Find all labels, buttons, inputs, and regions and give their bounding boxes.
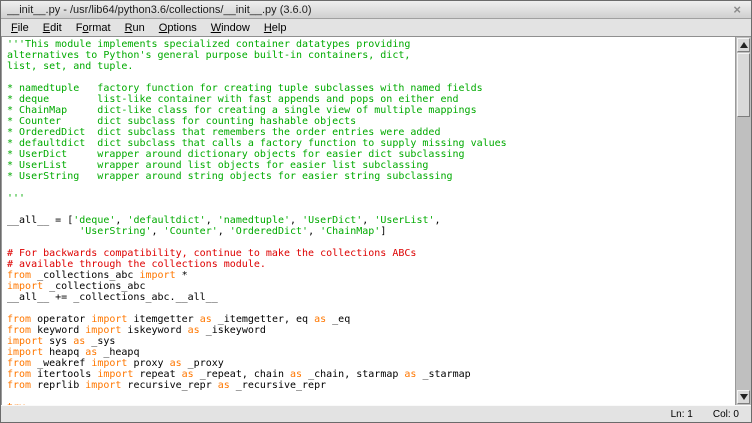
menu-window[interactable]: Window — [204, 20, 257, 36]
vertical-scrollbar[interactable] — [735, 37, 751, 405]
menu-options[interactable]: Options — [152, 20, 204, 36]
code-line — [7, 391, 735, 402]
idle-editor-window: __init__.py - /usr/lib64/python3.6/colle… — [0, 0, 752, 423]
scrollbar-thumb[interactable] — [737, 53, 750, 117]
code-line: from operator import itemgetter as _item… — [7, 314, 735, 325]
code-line: __all__ = ['deque', 'defaultdict', 'name… — [7, 215, 735, 226]
menu-bar: FileEditFormatRunOptionsWindowHelp — [1, 19, 751, 37]
code-line: * ChainMap dict-like class for creating … — [7, 105, 735, 116]
code-line: from reprlib import recursive_repr as _r… — [7, 380, 735, 391]
code-line: * UserString wrapper around string objec… — [7, 171, 735, 182]
scroll-down-button[interactable] — [737, 390, 750, 404]
code-line: * Counter dict subclass for counting has… — [7, 116, 735, 127]
editor-area: '''This module implements specialized co… — [1, 37, 751, 405]
code-line: # For backwards compatibility, continue … — [7, 248, 735, 259]
code-line: alternatives to Python's general purpose… — [7, 50, 735, 61]
menu-edit[interactable]: Edit — [36, 20, 69, 36]
code-line: '''This module implements specialized co… — [7, 39, 735, 50]
code-line: try: — [7, 402, 735, 405]
code-line — [7, 72, 735, 83]
code-line: * namedtuple factory function for creati… — [7, 83, 735, 94]
menu-format[interactable]: Format — [69, 20, 118, 36]
code-line: * OrderedDict dict subclass that remembe… — [7, 127, 735, 138]
menu-run[interactable]: Run — [118, 20, 152, 36]
code-line: ''' — [7, 193, 735, 204]
code-line: import _collections_abc — [7, 281, 735, 292]
code-line: # available through the collections modu… — [7, 259, 735, 270]
code-line: from _collections_abc import * — [7, 270, 735, 281]
code-line — [7, 204, 735, 215]
code-line — [7, 182, 735, 193]
code-line: import heapq as _heapq — [7, 347, 735, 358]
title-bar[interactable]: __init__.py - /usr/lib64/python3.6/colle… — [1, 1, 751, 19]
code-line: import sys as _sys — [7, 336, 735, 347]
code-line: from keyword import iskeyword as _iskeyw… — [7, 325, 735, 336]
arrow-down-icon — [740, 394, 748, 400]
code-line: from itertools import repeat as _repeat,… — [7, 369, 735, 380]
status-bar: Ln: 1 Col: 0 — [1, 405, 751, 422]
menu-file[interactable]: File — [4, 20, 36, 36]
menu-help[interactable]: Help — [257, 20, 294, 36]
code-line: __all__ += _collections_abc.__all__ — [7, 292, 735, 303]
code-line: * defaultdict dict subclass that calls a… — [7, 138, 735, 149]
window-title: __init__.py - /usr/lib64/python3.6/colle… — [7, 4, 729, 16]
status-line-indicator: Ln: 1 — [662, 408, 702, 421]
code-line: from _weakref import proxy as _proxy — [7, 358, 735, 369]
code-line: 'UserString', 'Counter', 'OrderedDict', … — [7, 226, 735, 237]
status-col-indicator: Col: 0 — [704, 408, 748, 421]
code-line: * deque list-like container with fast ap… — [7, 94, 735, 105]
code-line: * UserDict wrapper around dictionary obj… — [7, 149, 735, 160]
code-line: * UserList wrapper around list objects f… — [7, 160, 735, 171]
code-line — [7, 303, 735, 314]
editor-text-area[interactable]: '''This module implements specialized co… — [2, 37, 735, 405]
code-line: list, set, and tuple. — [7, 61, 735, 72]
close-icon[interactable]: × — [729, 3, 745, 16]
arrow-up-icon — [740, 42, 748, 48]
scroll-up-button[interactable] — [737, 38, 750, 52]
code-line — [7, 237, 735, 248]
